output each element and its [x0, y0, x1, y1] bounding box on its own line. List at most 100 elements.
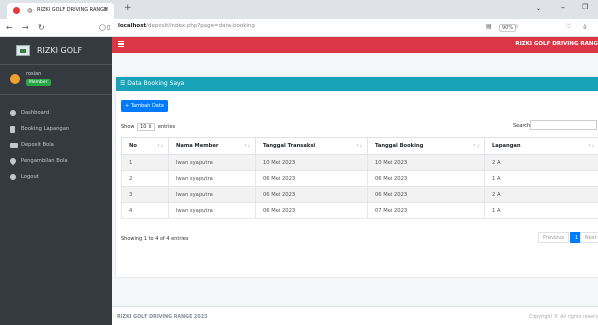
cell-tanggal-transaksi: 10 Mei 2023: [255, 154, 368, 171]
table-header-row: No ↑↓ Nama Member ↑↓ Tanggal Transaksi ↑↓ T…: [121, 137, 598, 155]
column-header-lapangan[interactable]: Lapangan ↑↓: [484, 137, 598, 155]
next-page-button[interactable]: Next: [580, 232, 598, 243]
maximize-icon[interactable]: ❐: [582, 3, 588, 11]
cell-no: 4: [121, 202, 169, 219]
brand[interactable]: RIZKI GOLF: [0, 37, 112, 65]
minimize-icon[interactable]: –: [561, 3, 565, 12]
sidebar-item-dashboard[interactable]: Dashboard: [0, 106, 112, 122]
cell-nama-member: Iwan syaputra: [168, 202, 256, 219]
url-host: localhost: [118, 23, 147, 29]
card-title: ☰ Data Booking Saya: [120, 80, 184, 87]
map-pin-icon: [8, 156, 18, 166]
page-info-icon[interactable]: ▯: [107, 24, 110, 31]
sidebar-item-label: Deposit Bola: [21, 142, 54, 148]
bookmark-star-icon[interactable]: ☆: [514, 23, 519, 30]
sidebar-item-label: Booking Lapangan: [21, 126, 70, 132]
menu-toggle-icon[interactable]: [118, 41, 124, 47]
url-field[interactable]: localhost/deposit/index.php?page=data-bo…: [118, 23, 255, 29]
entries-select[interactable]: 10 ⇕: [137, 123, 156, 131]
column-header-label: Lapangan: [492, 143, 521, 149]
extensions-icon[interactable]: ⍙: [583, 23, 587, 31]
sidebar-item-booking-lapangan[interactable]: Booking Lapangan: [0, 122, 112, 138]
sort-icon: ↑↓: [472, 144, 480, 149]
reader-view-icon[interactable]: ▤: [486, 23, 492, 30]
cell-nama-member: Iwan syaputra: [168, 186, 256, 203]
sort-icon: ↑↓: [156, 144, 164, 149]
brand-name: RIZKI GOLF: [37, 46, 83, 55]
bookmark-icon: [10, 126, 15, 133]
cell-no: 2: [121, 170, 169, 187]
column-header-no[interactable]: No ↑↓: [121, 137, 169, 155]
table-row: 1 Iwan syaputra 10 Mei 2023 10 Mei 2023 …: [121, 154, 598, 171]
cell-lapangan: 1 A: [484, 202, 598, 219]
cell-tanggal-booking: 10 Mei 2023: [367, 154, 485, 171]
cell-tanggal-booking: 07 Mei 2023: [367, 202, 485, 219]
cell-tanggal-booking: 06 Mei 2023: [367, 170, 485, 187]
add-data-label: Tambah Data: [130, 103, 164, 109]
tab-title: RIZKI GOLF DRIVING RANGE: [37, 7, 108, 13]
column-header-tanggal-booking[interactable]: Tanggal Booking ↑↓: [367, 137, 485, 155]
card-title-text: Data Booking Saya: [127, 80, 185, 87]
show-suffix: entries: [157, 124, 176, 130]
close-tab-icon[interactable]: ✕: [104, 6, 109, 13]
sidebar-item-deposit-bola[interactable]: Deposit Bola: [0, 138, 112, 154]
previous-page-button[interactable]: Previous: [538, 232, 570, 243]
user-name: rosian: [26, 71, 42, 77]
show-prefix: Show: [121, 124, 135, 130]
cell-tanggal-transaksi: 06 Mei 2023: [255, 202, 368, 219]
pocket-icon[interactable]: ♡: [566, 23, 571, 30]
shield-icon[interactable]: ◯: [99, 24, 106, 31]
cell-tanggal-transaksi: 06 Mei 2023: [255, 186, 368, 203]
footer-copyright: Copyright © All rights reserv: [528, 315, 598, 320]
column-header-label: Tanggal Booking: [375, 143, 424, 149]
column-header-nama-member[interactable]: Nama Member ↑↓: [168, 137, 256, 155]
sidebar-item-label: Dashboard: [21, 110, 50, 116]
cell-tanggal-booking: 06 Mei 2023: [367, 186, 485, 203]
cell-lapangan: 2 A: [484, 186, 598, 203]
user-role-badge: Member: [26, 79, 51, 86]
table-row: 3 Iwan syaputra 06 Mei 2023 06 Mei 2023 …: [121, 186, 598, 203]
site-favicon-icon: ◍: [27, 7, 33, 14]
cell-nama-member: Iwan syaputra: [168, 154, 256, 171]
cell-no: 3: [121, 186, 169, 203]
sidebar-item-pengambilan-bola[interactable]: Pengambilan Bola: [0, 154, 112, 170]
top-navbar: RIZKI GOLF DRIVING RANG: [112, 37, 598, 53]
brand-logo-icon: [16, 45, 30, 56]
chevron-down-icon[interactable]: ⌄: [536, 5, 541, 12]
column-header-tanggal-transaksi[interactable]: Tanggal Transaksi ↑↓: [255, 137, 368, 155]
cell-lapangan: 2 A: [484, 154, 598, 171]
sidebar-item-label: Logout: [21, 174, 39, 180]
user-avatar-icon: [10, 74, 20, 84]
sort-icon: ↑↓: [355, 144, 363, 149]
back-icon[interactable]: ←: [6, 23, 13, 32]
new-tab-icon[interactable]: +: [124, 3, 132, 13]
browser-tab[interactable]: ◍ RIZKI GOLF DRIVING RANGE ✕: [7, 3, 114, 19]
add-data-button[interactable]: + Tambah Data: [121, 100, 168, 112]
reload-icon[interactable]: ↻: [38, 23, 45, 32]
card-header: ☰ Data Booking Saya: [116, 77, 598, 91]
sidebar: RIZKI GOLF rosian Member Dashboard Booki…: [0, 37, 112, 325]
column-header-label: Tanggal Transaksi: [263, 143, 316, 149]
cell-lapangan: 1 A: [484, 170, 598, 187]
user-panel[interactable]: rosian Member: [0, 65, 112, 95]
main-content: ☰ Data Booking Saya + Tambah Data Show 1…: [112, 53, 598, 325]
column-header-label: Nama Member: [176, 143, 219, 149]
table-info: Showing 1 to 4 of 4 entries: [121, 236, 189, 242]
column-header-label: No: [129, 143, 137, 149]
cell-nama-member: Iwan syaputra: [168, 170, 256, 187]
dashboard-icon: [10, 110, 16, 116]
sidebar-item-logout[interactable]: Logout: [0, 170, 112, 186]
navbar-title: RIZKI GOLF DRIVING RANG: [515, 41, 598, 47]
url-path: /deposit/index.php?page=data-booking: [146, 23, 255, 29]
cell-no: 1: [121, 154, 169, 171]
booking-card: ☰ Data Booking Saya + Tambah Data Show 1…: [116, 77, 598, 277]
search-input[interactable]: [530, 120, 597, 130]
browser-tab-bar: ◍ RIZKI GOLF DRIVING RANGE ✕ + ⌄ – ❐: [0, 0, 598, 19]
sort-icon: ↑↓: [587, 144, 595, 149]
entries-length: Show 10 ⇕ entries: [121, 123, 175, 131]
sort-icon: ↑↓: [243, 144, 251, 149]
forward-icon[interactable]: →: [22, 23, 29, 32]
sidebar-item-label: Pengambilan Bola: [21, 158, 68, 164]
address-bar: ← → ↻ ◯ ▯ localhost/deposit/index.php?pa…: [0, 19, 598, 37]
footer-brand: RIZKI GOLF DRIVING RANGE 2023: [117, 315, 208, 320]
